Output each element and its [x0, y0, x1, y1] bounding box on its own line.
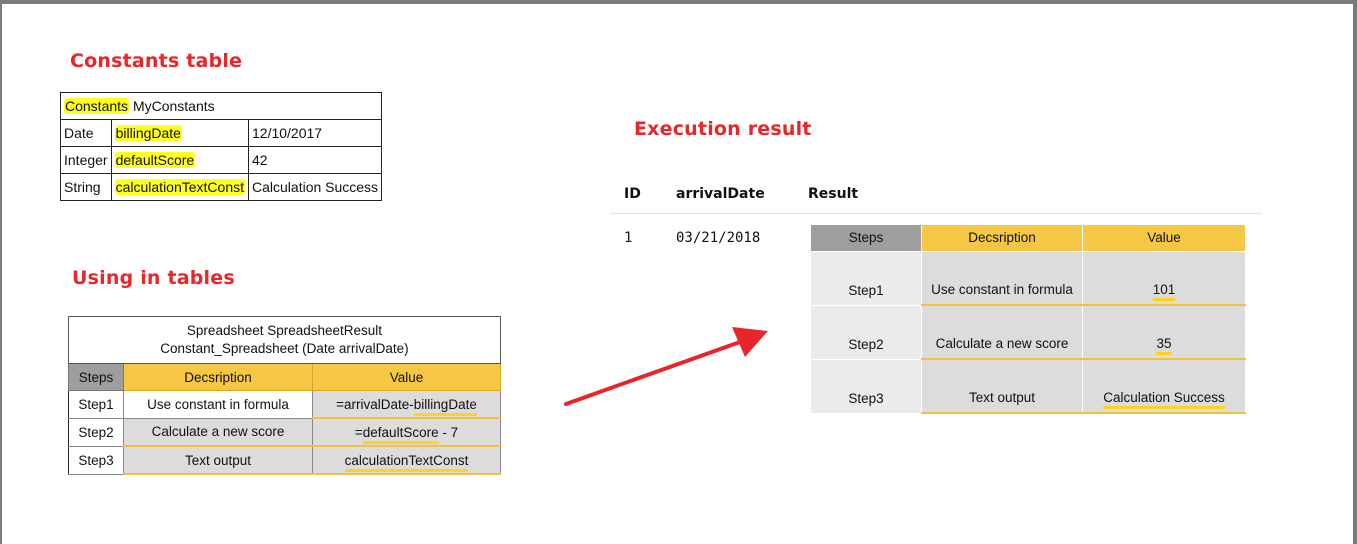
- result-row: Step2 Calculate a new score 35: [810, 304, 1246, 360]
- result-arrival-date: 03/21/2018: [676, 230, 761, 246]
- step-value: 101: [1152, 282, 1176, 301]
- header-value: Value: [1082, 224, 1246, 252]
- column-header-id: ID: [624, 186, 641, 202]
- step-value: 35: [1156, 336, 1172, 355]
- result-row: Step3 Text output Calculation Success: [810, 358, 1246, 414]
- step-value-cell: 101: [1082, 251, 1246, 306]
- step-description: Use constant in formula: [921, 251, 1083, 306]
- step-description: Calculate a new score: [921, 304, 1083, 360]
- column-header-result: Result: [808, 186, 859, 202]
- result-header-row: Steps Decsription Value: [810, 224, 1246, 252]
- step-value-cell: Calculation Success: [1082, 358, 1246, 414]
- result-table: Steps Decsription Value Step1 Use consta…: [810, 224, 1246, 414]
- header-description: Decsription: [921, 224, 1083, 252]
- header-steps: Steps: [810, 224, 922, 252]
- step-description: Text output: [921, 358, 1083, 414]
- step-label: Step2: [810, 304, 922, 360]
- result-row: Step1 Use constant in formula 101: [810, 251, 1246, 306]
- result-id: 1: [624, 230, 633, 246]
- column-header-arrival-date: arrivalDate: [676, 186, 765, 202]
- header-divider: [610, 213, 1262, 214]
- step-label: Step1: [810, 251, 922, 306]
- step-value-cell: 35: [1082, 304, 1246, 360]
- step-value: Calculation Success: [1103, 390, 1225, 409]
- step-label: Step3: [810, 358, 922, 414]
